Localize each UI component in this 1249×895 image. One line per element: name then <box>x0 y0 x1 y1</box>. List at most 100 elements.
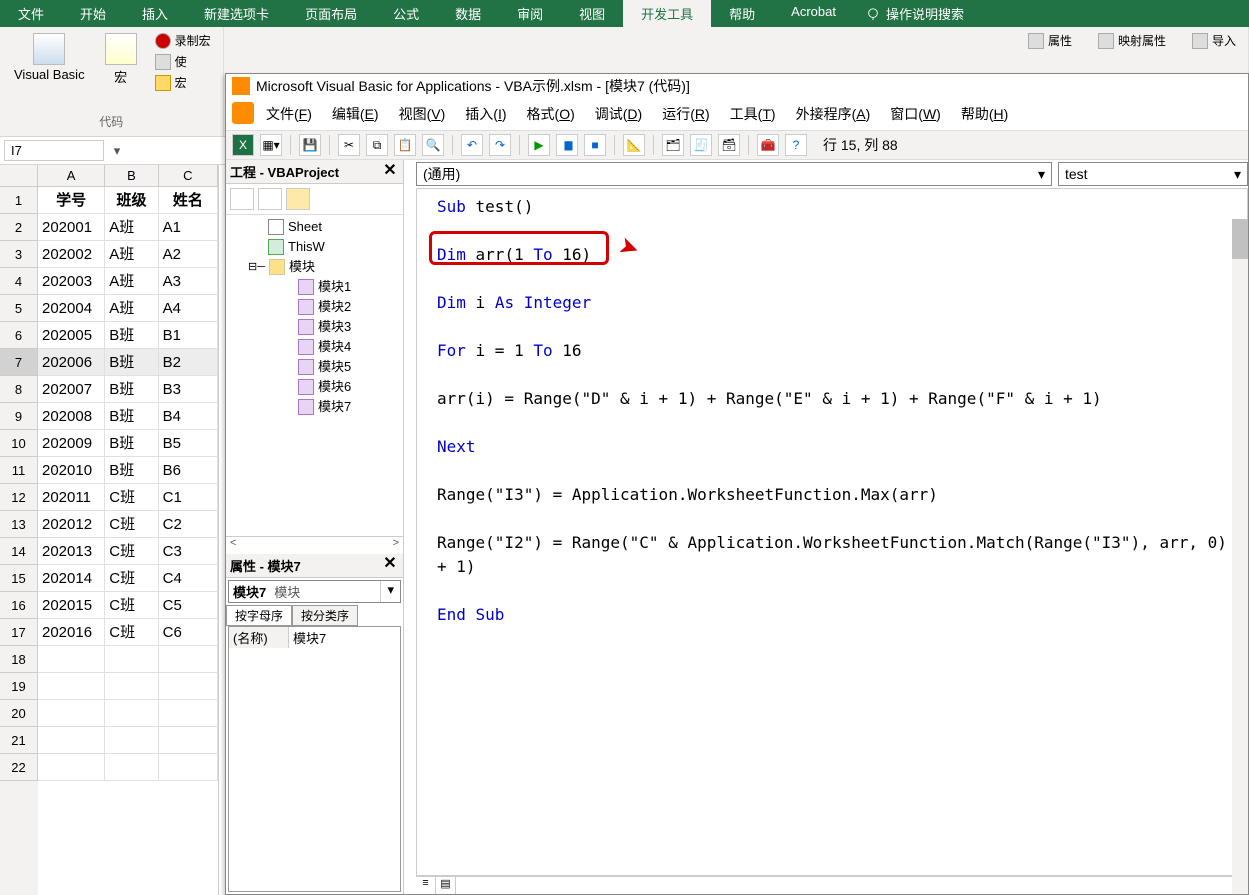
close-icon[interactable]: ✕ <box>381 163 399 181</box>
row-head[interactable]: 11 <box>0 457 38 484</box>
name-box[interactable]: I7 <box>4 140 104 161</box>
data-cell[interactable]: B2 <box>159 349 218 376</box>
tree-module-node[interactable]: 模块2 <box>228 297 401 317</box>
vbe-menu-a[interactable]: 外接程序(A) <box>786 102 881 126</box>
help-button[interactable]: ? <box>785 134 807 156</box>
data-cell[interactable]: C4 <box>159 565 218 592</box>
tab-review[interactable]: 审阅 <box>499 0 561 27</box>
project-hscroll[interactable]: <> <box>226 536 403 554</box>
col-head-b[interactable]: B <box>105 165 158 187</box>
row-head[interactable]: 19 <box>0 673 38 700</box>
macro-security-button[interactable]: 宏 <box>151 73 215 92</box>
data-cell[interactable]: 202007 <box>38 376 105 403</box>
redo-button[interactable]: ↷ <box>489 134 511 156</box>
col-head-a[interactable]: A <box>38 165 105 187</box>
data-cell[interactable]: B3 <box>159 376 218 403</box>
tab-data[interactable]: 数据 <box>437 0 499 27</box>
data-cell[interactable]: B班 <box>105 430 158 457</box>
data-cell[interactable] <box>105 673 158 700</box>
tab-acrobat[interactable]: Acrobat <box>773 0 854 27</box>
procedure-view-button[interactable]: ≡ <box>416 877 436 894</box>
tree-module-node[interactable]: 模块6 <box>228 377 401 397</box>
project-panel-title[interactable]: 工程 - VBAProject ✕ <box>226 160 403 184</box>
vbe-menu-d[interactable]: 调试(D) <box>585 102 652 126</box>
tree-module-node[interactable]: 模块4 <box>228 337 401 357</box>
data-cell[interactable]: B班 <box>105 376 158 403</box>
row-head[interactable]: 2 <box>0 214 38 241</box>
tab-insert[interactable]: 插入 <box>124 0 186 27</box>
properties-panel-title[interactable]: 属性 - 模块7 ✕ <box>226 554 403 578</box>
data-cell[interactable]: B5 <box>159 430 218 457</box>
vbe-menu-e[interactable]: 编辑(E) <box>322 102 389 126</box>
data-cell[interactable]: 202002 <box>38 241 105 268</box>
row-head[interactable]: 12 <box>0 484 38 511</box>
properties-window-button[interactable]: 🧾 <box>690 134 712 156</box>
data-cell[interactable]: C3 <box>159 538 218 565</box>
row-head[interactable]: 21 <box>0 727 38 754</box>
vbe-menu-h[interactable]: 帮助(H) <box>951 102 1018 126</box>
data-cell[interactable]: B6 <box>159 457 218 484</box>
scroll-left-icon[interactable]: < <box>226 537 240 554</box>
tab-view[interactable]: 视图 <box>561 0 623 27</box>
data-cell[interactable]: C1 <box>159 484 218 511</box>
tab-file[interactable]: 文件 <box>0 0 62 27</box>
data-cell[interactable] <box>105 700 158 727</box>
data-cell[interactable] <box>159 646 218 673</box>
data-cell[interactable]: 202005 <box>38 322 105 349</box>
data-cell[interactable]: 202008 <box>38 403 105 430</box>
design-mode-button[interactable]: 📐 <box>623 134 645 156</box>
tree-module-node[interactable]: 模块5 <box>228 357 401 377</box>
data-cell[interactable] <box>38 700 105 727</box>
data-cell[interactable]: B4 <box>159 403 218 430</box>
insert-dropdown[interactable]: ▦▾ <box>260 134 282 156</box>
data-cell[interactable] <box>159 754 218 781</box>
row-head[interactable]: 9 <box>0 403 38 430</box>
props-grid[interactable]: (名称) 模块7 <box>228 626 401 893</box>
data-cell[interactable]: 202013 <box>38 538 105 565</box>
data-cell[interactable] <box>38 754 105 781</box>
paste-button[interactable]: 📋 <box>394 134 416 156</box>
tab-home[interactable]: 开始 <box>62 0 124 27</box>
row-head[interactable]: 15 <box>0 565 38 592</box>
data-cell[interactable] <box>105 727 158 754</box>
vbe-menu-f[interactable]: 文件(F) <box>256 102 322 126</box>
header-cell[interactable]: 学号 <box>38 187 105 214</box>
name-box-dropdown[interactable]: ▾ <box>108 143 126 159</box>
data-cell[interactable] <box>159 673 218 700</box>
toggle-folders-button[interactable] <box>286 188 310 210</box>
tab-newtab[interactable]: 新建选项卡 <box>186 0 287 27</box>
data-cell[interactable]: B1 <box>159 322 218 349</box>
object-browser-button[interactable]: 🗃 <box>718 134 740 156</box>
header-cell[interactable]: 姓名 <box>159 187 218 214</box>
break-button[interactable]: ▮▮ <box>556 134 578 156</box>
visual-basic-button[interactable]: Visual Basic <box>8 31 91 92</box>
data-cell[interactable]: A3 <box>159 268 218 295</box>
tree-module-node[interactable]: 模块7 <box>228 397 401 417</box>
data-cell[interactable]: C5 <box>159 592 218 619</box>
project-tree[interactable]: Sheet ThisW ⊟─模块 模块1模块2模块3模块4模块5模块6模块7 <box>226 215 403 536</box>
properties-button[interactable]: 属性 <box>1024 31 1076 50</box>
chevron-down-icon[interactable]: ▾ <box>380 581 400 602</box>
vbe-menu-v[interactable]: 视图(V) <box>389 102 456 126</box>
data-cell[interactable]: C班 <box>105 565 158 592</box>
props-name-value[interactable]: 模块7 <box>289 627 400 648</box>
data-cell[interactable]: A班 <box>105 241 158 268</box>
data-cell[interactable]: A1 <box>159 214 218 241</box>
code-editor[interactable]: Sub test() Dim arr(1 To 16) Dim i As Int… <box>416 188 1248 876</box>
row-head[interactable]: 20 <box>0 700 38 727</box>
row-head[interactable]: 8 <box>0 376 38 403</box>
vbe-system-icon[interactable] <box>232 102 254 124</box>
data-cell[interactable] <box>38 673 105 700</box>
data-cell[interactable]: 202014 <box>38 565 105 592</box>
data-cell[interactable] <box>105 646 158 673</box>
data-cell[interactable]: B班 <box>105 322 158 349</box>
data-cell[interactable]: B班 <box>105 403 158 430</box>
chevron-down-icon[interactable]: ▾ <box>1038 166 1045 183</box>
vbe-menu-t[interactable]: 工具(T) <box>720 102 786 126</box>
tree-thisworkbook-node[interactable]: ThisW <box>228 237 401 257</box>
vbe-menu-r[interactable]: 运行(R) <box>652 102 719 126</box>
find-button[interactable]: 🔍 <box>422 134 444 156</box>
data-cell[interactable]: 202004 <box>38 295 105 322</box>
tree-module-node[interactable]: 模块3 <box>228 317 401 337</box>
close-icon[interactable]: ✕ <box>381 556 399 574</box>
